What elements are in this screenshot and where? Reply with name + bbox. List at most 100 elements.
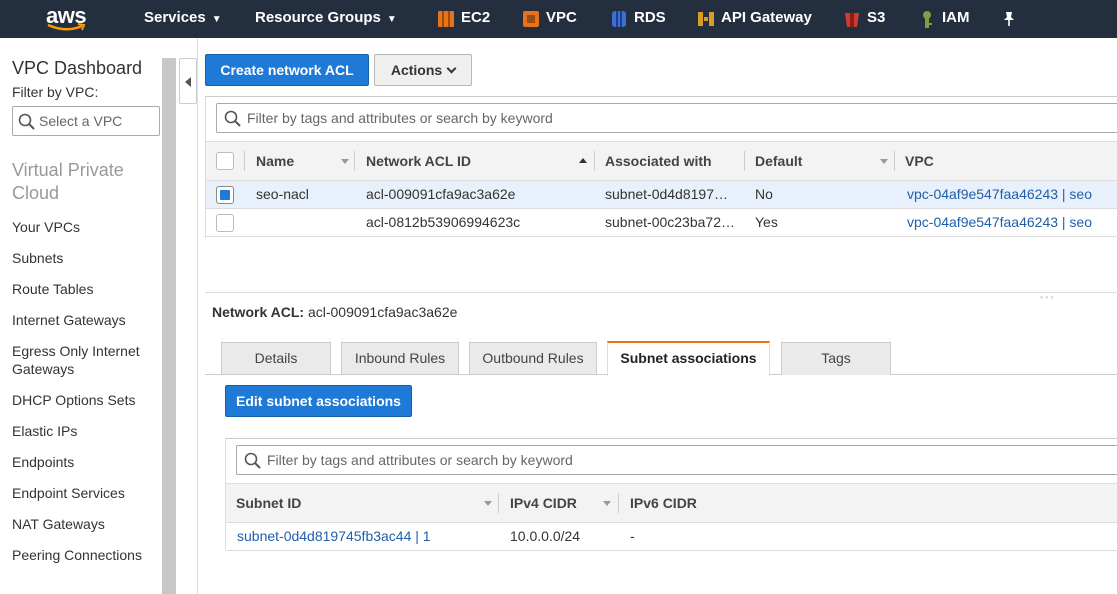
resource-groups-menu-label: Resource Groups: [255, 9, 381, 26]
services-menu[interactable]: Services ▼: [144, 0, 222, 38]
chevron-down-icon: ▼: [211, 14, 222, 25]
acl-associated-cell: subnet-0d4d8197…: [605, 186, 728, 202]
sort-icon[interactable]: [484, 501, 492, 506]
subnet-associations-table: Filter by tags and attributes or search …: [225, 438, 1117, 551]
subnet-id-link[interactable]: subnet-0d4d819745fb3ac44 | 1: [237, 523, 497, 550]
nav-service-label: VPC: [546, 9, 577, 26]
column-header-name[interactable]: Name: [256, 142, 294, 180]
actions-button-label: Actions: [390, 62, 443, 78]
column-header-vpc[interactable]: VPC: [905, 142, 934, 180]
acl-vpc-link[interactable]: vpc-04af9e547faa46243 | seo: [907, 209, 1117, 236]
acl-id-cell: acl-009091cfa9ac3a62e: [366, 186, 516, 202]
search-icon: [18, 113, 35, 130]
sort-icon[interactable]: [341, 159, 349, 164]
pane-splitter[interactable]: [205, 292, 1117, 293]
ec2-icon: [438, 11, 454, 27]
pin-icon[interactable]: [1002, 11, 1016, 27]
table-row[interactable]: subnet-0d4d819745fb3ac44 | 1 10.0.0.0/24…: [226, 523, 1117, 551]
filter-by-vpc-label: Filter by VPC:: [12, 84, 99, 100]
tab-outbound-rules[interactable]: Outbound Rules: [469, 342, 597, 375]
sort-icon[interactable]: [603, 501, 611, 506]
sidebar-scrollbar[interactable]: [162, 58, 176, 594]
tab-subnet-associations[interactable]: Subnet associations: [607, 341, 770, 376]
acl-table-header: Name Network ACL ID Associated with Defa…: [206, 141, 1117, 181]
nav-service-label: RDS: [634, 9, 666, 26]
column-divider: [744, 151, 745, 171]
column-divider: [594, 151, 595, 171]
sidebar-item-egress-only-internet-gateways[interactable]: Egress Only Internet Gateways: [12, 342, 160, 378]
acl-name-cell: [256, 209, 356, 236]
detail-acl-id: acl-009091cfa9ac3a62e: [307, 304, 458, 320]
column-header-default[interactable]: Default: [755, 142, 802, 180]
acl-associated-cell: subnet-00c23ba72…: [605, 214, 735, 230]
column-header-subnet-id[interactable]: Subnet ID: [236, 484, 301, 522]
resource-groups-menu[interactable]: Resource Groups ▼: [255, 0, 397, 38]
tab-details[interactable]: Details: [221, 342, 331, 375]
row-checkbox[interactable]: [216, 214, 234, 232]
nav-service-label: IAM: [942, 9, 970, 26]
column-header-ipv4-cidr[interactable]: IPv4 CIDR: [510, 484, 577, 522]
search-icon: [224, 110, 241, 127]
vpc-icon: [523, 11, 539, 27]
chevron-left-icon: [185, 77, 191, 87]
api-gateway-icon: [698, 12, 714, 26]
sidebar-item-nat-gateways[interactable]: NAT Gateways: [12, 515, 160, 533]
detail-label: Network ACL:: [212, 304, 305, 320]
nav-service-label: EC2: [461, 9, 491, 26]
acl-filter-placeholder: Filter by tags and attributes or search …: [247, 110, 553, 126]
search-icon: [244, 452, 261, 469]
top-navigation-bar: aws Services ▼ Resource Groups ▼ EC2 VPC R…: [0, 0, 1117, 38]
sidebar-title[interactable]: VPC Dashboard: [12, 58, 142, 79]
column-header-ipv6-cidr[interactable]: IPv6 CIDR: [630, 484, 697, 522]
tab-tags[interactable]: Tags: [781, 342, 891, 375]
collapse-sidebar-button[interactable]: [179, 58, 197, 104]
select-all-checkbox[interactable]: [216, 152, 234, 170]
detail-header: Network ACL: acl-009091cfa9ac3a62e: [212, 304, 457, 320]
actions-button[interactable]: Actions: [374, 54, 472, 86]
nav-service-label: S3: [867, 9, 886, 26]
aws-smile-icon: [47, 23, 86, 31]
sort-icon[interactable]: [880, 159, 888, 164]
iam-icon: [923, 11, 932, 28]
create-network-acl-button[interactable]: Create network ACL: [205, 54, 369, 86]
sidebar-item-endpoint-services[interactable]: Endpoint Services: [12, 484, 160, 502]
column-divider: [244, 151, 245, 171]
chevron-down-icon: ▼: [386, 14, 397, 25]
aws-logo[interactable]: aws: [46, 3, 90, 33]
table-row[interactable]: acl-0812b53906994623c subnet-00c23ba72… …: [206, 209, 1117, 237]
subnet-filter-placeholder: Filter by tags and attributes or search …: [267, 452, 573, 468]
edit-subnet-associations-button[interactable]: Edit subnet associations: [225, 385, 412, 417]
column-header-associated-with[interactable]: Associated with: [605, 142, 712, 180]
sort-ascending-icon[interactable]: [579, 158, 587, 163]
acl-name-cell: seo-nacl: [256, 186, 309, 202]
vpc-select[interactable]: Select a VPC: [12, 106, 160, 136]
tab-inbound-rules[interactable]: Inbound Rules: [341, 342, 459, 375]
column-divider: [498, 493, 499, 513]
sidebar-item-peering-connections[interactable]: Peering Connections: [12, 546, 160, 564]
rds-icon: [612, 11, 626, 27]
sidebar-item-your-vpcs[interactable]: Your VPCs: [12, 218, 160, 236]
sidebar-item-elastic-ips[interactable]: Elastic IPs: [12, 422, 160, 440]
subnet-table-header: Subnet ID IPv4 CIDR IPv6 CIDR: [226, 483, 1117, 523]
sidebar-item-route-tables[interactable]: Route Tables: [12, 280, 160, 298]
vpc-select-placeholder: Select a VPC: [39, 113, 123, 129]
acl-id-cell: acl-0812b53906994623c: [366, 214, 521, 230]
resize-handle-icon[interactable]: ◦◦◦: [1040, 292, 1056, 302]
subnet-ipv6-cell: -: [630, 528, 635, 544]
subnet-filter-input[interactable]: Filter by tags and attributes or search …: [236, 445, 1117, 475]
sidebar-divider: [197, 38, 198, 594]
sidebar-section-title: Virtual Private Cloud: [12, 160, 124, 203]
table-row[interactable]: seo-nacl acl-009091cfa9ac3a62e subnet-0d…: [206, 181, 1117, 209]
sidebar-item-internet-gateways[interactable]: Internet Gateways: [12, 311, 160, 329]
sidebar: VPC Dashboard Filter by VPC: Select a VP…: [0, 38, 162, 594]
column-header-network-acl-id[interactable]: Network ACL ID: [366, 142, 471, 180]
sidebar-item-subnets[interactable]: Subnets: [12, 249, 160, 267]
acl-filter-input[interactable]: Filter by tags and attributes or search …: [216, 103, 1117, 133]
nav-service-label: API Gateway: [721, 9, 812, 26]
acl-default-cell: No: [755, 186, 773, 202]
row-checkbox[interactable]: [216, 186, 234, 204]
sidebar-item-dhcp-options-sets[interactable]: DHCP Options Sets: [12, 391, 160, 409]
subnet-ipv4-cell: 10.0.0.0/24: [510, 528, 581, 544]
sidebar-item-endpoints[interactable]: Endpoints: [12, 453, 160, 471]
acl-vpc-link[interactable]: vpc-04af9e547faa46243 | seo: [907, 181, 1117, 208]
